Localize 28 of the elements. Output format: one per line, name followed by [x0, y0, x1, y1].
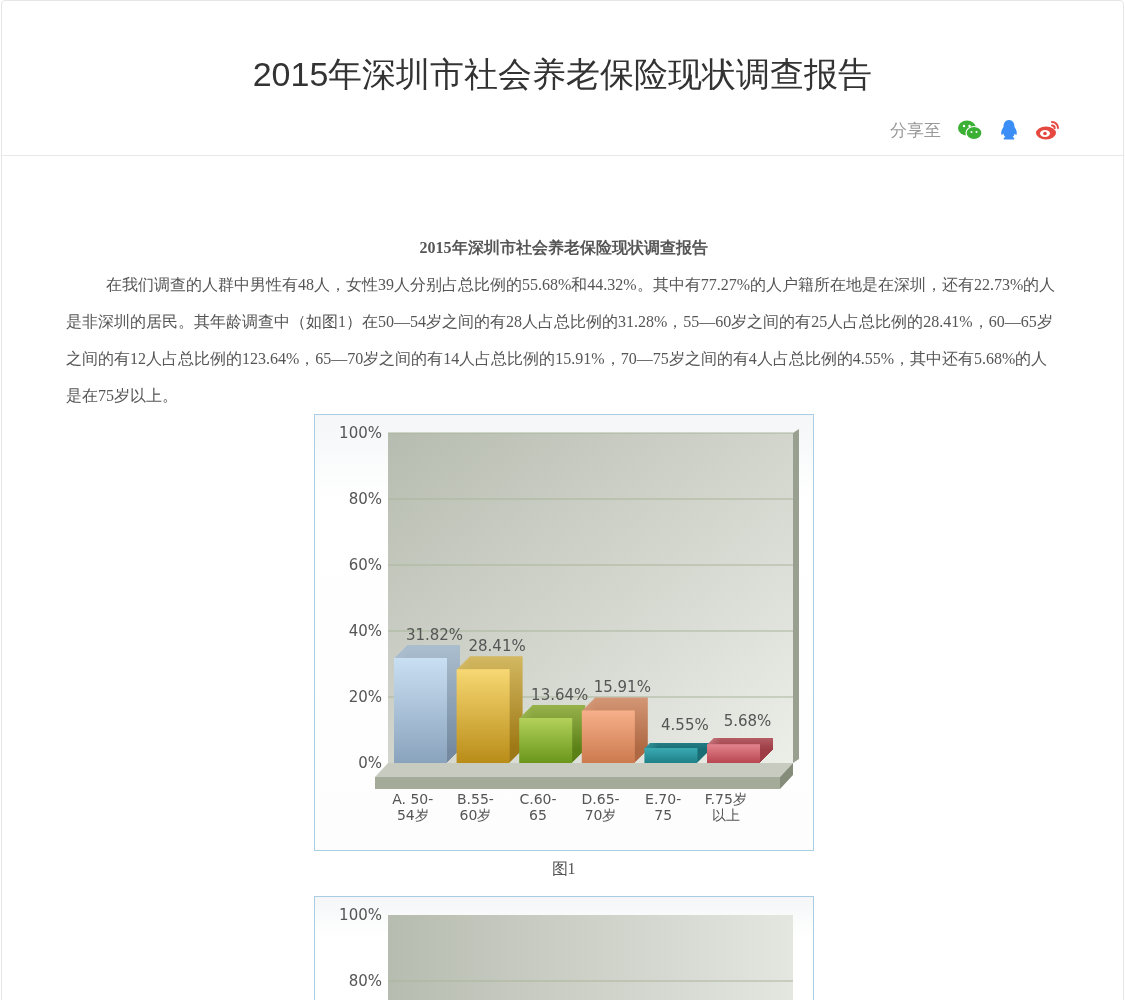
data-label: 4.55%	[660, 716, 709, 734]
axis-tick-label: 100%	[338, 424, 382, 442]
axis-tick-label: 80%	[348, 972, 382, 990]
category-label: C.60-65	[518, 791, 558, 823]
axis-tick-label: 0%	[357, 754, 382, 772]
axis-tick-label: 80%	[348, 490, 382, 508]
data-label: 31.82%	[405, 626, 463, 644]
data-label: 15.91%	[593, 678, 651, 697]
article-paragraph: 在我们调查的人群中男性有48人，女性39人分别占总比例的55.68%和44.32%。其中有77.27%的人户籍所在地是在深圳，还有22.73%的人是非深圳的居民。其年龄调查中（如图1）在50—54岁之间的有28人占总比例的31.28%，55—60岁之间的有25人占总比例的28.41%，60—65岁之间的有12人占总比例的123.64%，65—70岁之间的有14人占总比例的15.91%，70—75岁之间的有4人占总比例的4.55%，其中还有5.68%的人是在75岁以上。	[66, 275, 1057, 406]
article-heading: 2015年深圳市社会养老保险现状调查报告	[418, 238, 709, 258]
category-label: D.65-70岁	[580, 791, 621, 823]
share-label: 分享至	[890, 119, 941, 142]
axis-tick-label: 60%	[348, 556, 382, 574]
data-label: 13.64%	[530, 686, 588, 704]
data-label: 28.41%	[468, 637, 526, 656]
category-label: A. 50-54岁	[391, 791, 435, 823]
axis-tick-label: 20%	[348, 688, 382, 706]
weibo-share-icon[interactable]	[1035, 119, 1061, 141]
penguin-share-icon[interactable]	[999, 119, 1019, 141]
axis-tick-label: 40%	[348, 622, 382, 640]
page-title: 2015年深圳市社会养老保险现状调查报告	[251, 54, 874, 95]
figure-caption: 图1	[551, 859, 576, 879]
wechat-share-icon[interactable]	[957, 119, 983, 141]
data-label: 5.68%	[723, 712, 771, 731]
category-label: E.70-75	[644, 791, 683, 823]
axis-tick-label: 100%	[338, 906, 382, 924]
category-label: F.75岁以上	[703, 791, 748, 823]
category-label: B.55-60岁	[455, 791, 495, 823]
